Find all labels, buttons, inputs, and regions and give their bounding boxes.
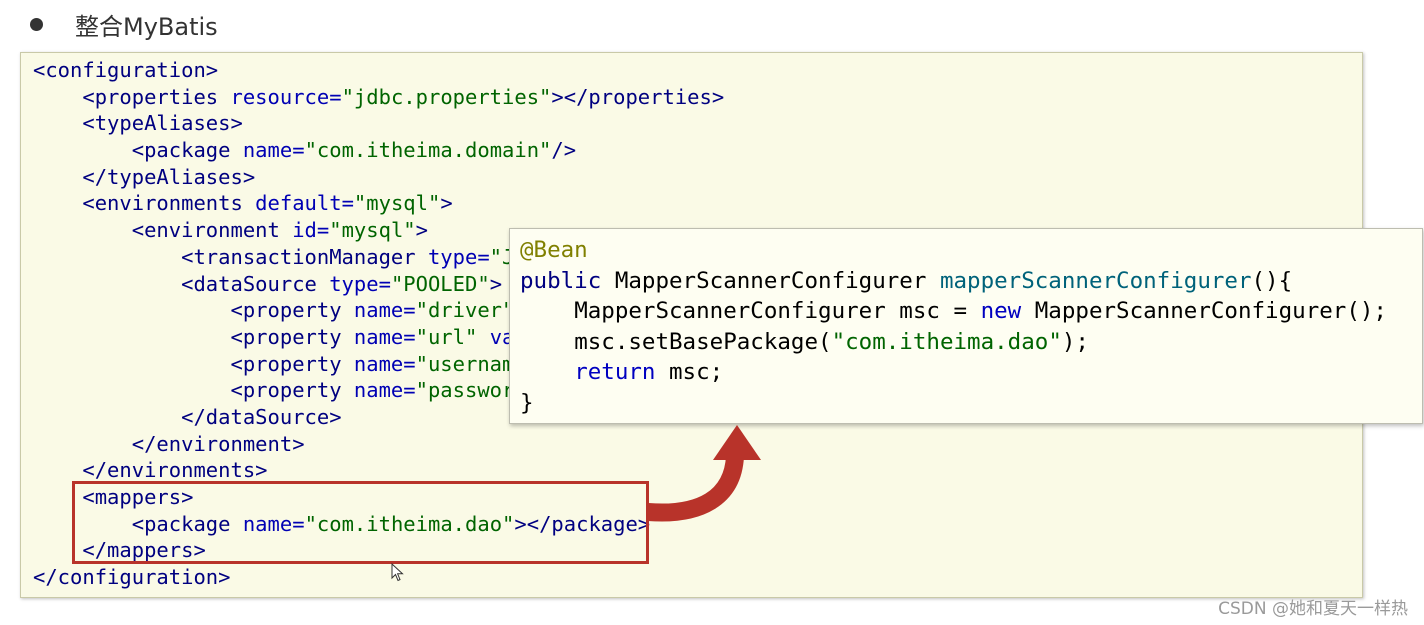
xml-line: </configuration> bbox=[33, 564, 724, 591]
xml-line: <package name="com.itheima.domain"/> bbox=[33, 137, 724, 164]
xml-token-attr: id= bbox=[292, 218, 330, 243]
xml-token-attr: name= bbox=[353, 351, 416, 376]
xml-token-val: "driver" bbox=[415, 298, 515, 323]
java-token-plain: MapperScannerConfigurer bbox=[614, 267, 940, 294]
xml-token-tag: <package bbox=[131, 138, 243, 163]
java-line: msc.setBasePackage("com.itheima.dao"); bbox=[520, 327, 1387, 358]
xml-token-tag: </configuration> bbox=[33, 565, 231, 590]
xml-token-tag: </environment> bbox=[131, 431, 305, 456]
xml-line: <typeAliases> bbox=[33, 110, 724, 137]
xml-token-val: "POOLED" bbox=[390, 271, 490, 296]
xml-token-tag: ></properties> bbox=[551, 84, 725, 109]
java-token-plain: msc; bbox=[669, 359, 724, 386]
java-token-kwb: new bbox=[980, 298, 1035, 325]
section-heading: 整合MyBatis bbox=[30, 6, 218, 42]
xml-token-attr: name= bbox=[353, 378, 416, 403]
java-token-ann: @Bean bbox=[520, 237, 588, 263]
xml-token-attr: type= bbox=[427, 244, 490, 269]
java-token-plain: } bbox=[520, 389, 534, 416]
xml-token-val: "mysql" bbox=[353, 191, 441, 216]
xml-token-tag: > bbox=[440, 191, 453, 216]
watermark-text: CSDN @她和夏天一样热 bbox=[1218, 599, 1408, 619]
xml-token-tag: <properties bbox=[82, 84, 231, 109]
heading-title: 整合MyBatis bbox=[75, 12, 218, 41]
java-token-kw: public bbox=[520, 267, 615, 294]
curved-arrow-icon bbox=[647, 425, 761, 522]
xml-token-tag: <property bbox=[230, 351, 354, 376]
xml-token-attr: type= bbox=[329, 271, 391, 296]
java-line: @Bean bbox=[520, 235, 1387, 266]
xml-token-val: "jdbc.properties" bbox=[341, 84, 552, 109]
xml-line: <environments default="mysql"> bbox=[33, 190, 724, 217]
xml-token-tag: </dataSource> bbox=[181, 404, 342, 429]
xml-token-tag: <configuration> bbox=[33, 58, 219, 82]
java-token-kwb: return bbox=[574, 359, 670, 386]
xml-token-tag: </typeAliases> bbox=[82, 164, 256, 189]
xml-token-attr: name= bbox=[242, 138, 305, 163]
xml-token-val: "mysql" bbox=[329, 218, 416, 243]
java-line: } bbox=[520, 388, 1387, 419]
xml-token-tag: <environments bbox=[82, 191, 256, 216]
xml-line: <properties resource="jdbc.properties"><… bbox=[33, 84, 724, 111]
java-code-lines: @Bean public MapperScannerConfigurer mapp… bbox=[520, 235, 1387, 419]
xml-token-attr: default= bbox=[255, 191, 354, 216]
xml-token-tag: </environments> bbox=[82, 458, 268, 483]
xml-token-tag: <property bbox=[230, 324, 354, 349]
xml-token-tag: > bbox=[489, 271, 503, 296]
xml-token-val: "com.itheima.domain" bbox=[304, 138, 552, 163]
xml-token-tag: /> bbox=[551, 138, 577, 163]
xml-token-tag: <property bbox=[230, 378, 354, 403]
xml-line: </typeAliases> bbox=[33, 164, 724, 191]
java-token-plain: ); bbox=[1061, 328, 1089, 355]
java-line: return msc; bbox=[520, 357, 1387, 388]
java-token-plain: MapperScannerConfigurer msc = bbox=[574, 298, 981, 325]
xml-token-tag: <transactionManager bbox=[181, 244, 428, 269]
xml-token-tag: <dataSource bbox=[181, 271, 330, 296]
xml-token-attr: name= bbox=[353, 324, 416, 349]
xml-token-tag: <property bbox=[230, 298, 354, 323]
xml-token-val: "usernam bbox=[415, 351, 515, 376]
xml-token-tag: > bbox=[415, 218, 428, 243]
xml-token-val: "url" bbox=[415, 324, 490, 349]
xml-token-tag: <typeAliases> bbox=[82, 111, 243, 136]
xml-token-val: "passwor bbox=[415, 378, 515, 403]
xml-line: </environment> bbox=[33, 431, 724, 458]
java-token-plain: MapperScannerConfigurer(); bbox=[1034, 298, 1387, 325]
xml-token-tag: <environment bbox=[131, 218, 293, 243]
xml-token-attr: name= bbox=[353, 298, 416, 323]
xml-token-attr: resource= bbox=[230, 84, 342, 109]
xml-line: <configuration> bbox=[33, 57, 724, 84]
java-token-str: "com.itheima.dao" bbox=[831, 328, 1062, 355]
java-token-plain: msc.setBasePackage( bbox=[574, 328, 832, 355]
java-code-panel: @Bean public MapperScannerConfigurer mapp… bbox=[509, 228, 1423, 424]
java-token-plain: (){ bbox=[1251, 267, 1293, 294]
java-token-method: mapperScannerConfigurer bbox=[939, 267, 1252, 294]
mappers-highlight-box bbox=[72, 481, 649, 564]
bullet-dot-icon bbox=[30, 17, 43, 31]
mouse-pointer-icon bbox=[391, 563, 404, 582]
java-line: MapperScannerConfigurer msc = new Mapper… bbox=[520, 296, 1387, 327]
xml-line: </environments> bbox=[33, 457, 724, 484]
java-line: public MapperScannerConfigurer mapperSca… bbox=[520, 266, 1387, 297]
